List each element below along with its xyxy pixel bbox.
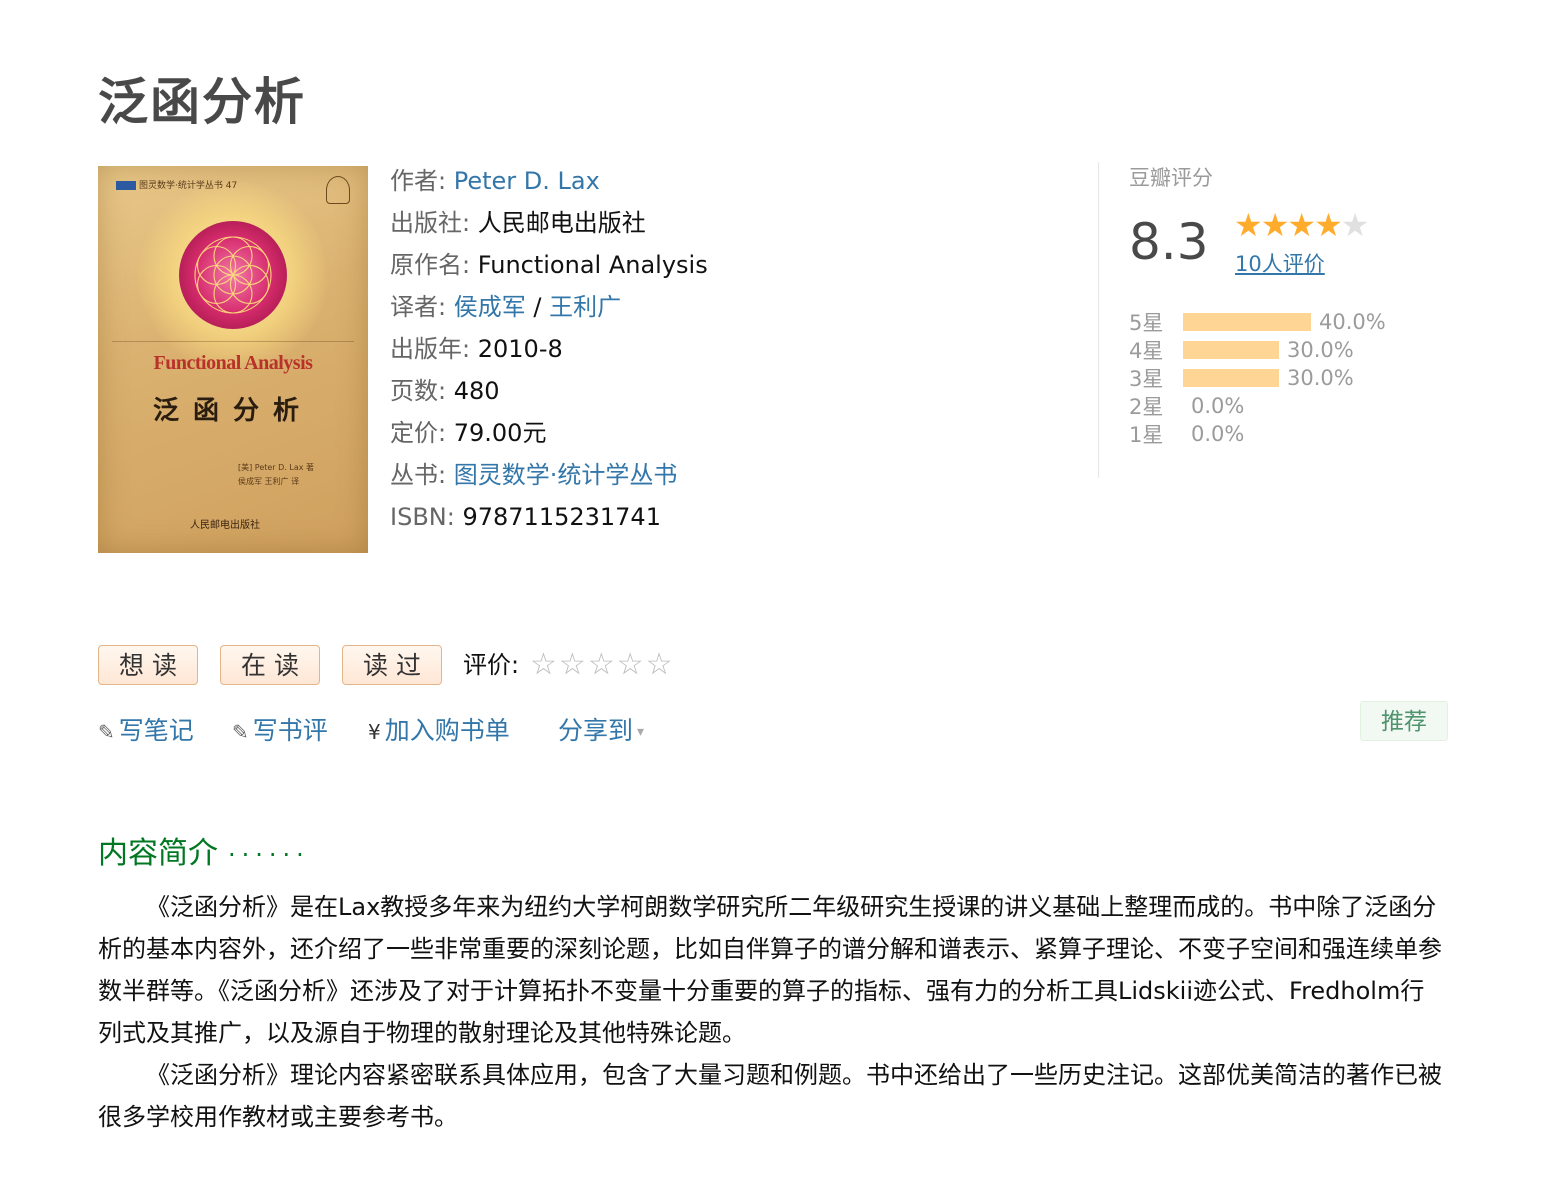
book-info: 作者: Peter D. Lax 出版社: 人民邮电出版社 原作名: Funct… xyxy=(390,160,708,538)
rating-bar xyxy=(1183,341,1279,359)
cover-mandala-icon xyxy=(179,221,287,329)
add-to-cart-link[interactable]: ¥ 加入购书单 xyxy=(368,712,510,751)
pages-value: 480 xyxy=(453,377,500,405)
info-label: 译者: xyxy=(390,293,447,321)
translator-link-2[interactable]: 王利广 xyxy=(549,293,621,321)
translator-separator: / xyxy=(525,293,550,321)
info-label: ISBN: xyxy=(390,503,455,531)
rating-panel: 豆瓣评分 8.3 ★★★★★ 10人评价 5星 40.0% 4星 30.0% 3星 30.… xyxy=(1098,162,1429,478)
info-pub-year-row: 出版年: 2010-8 xyxy=(390,328,708,370)
rating-level-label: 4星 xyxy=(1129,339,1164,363)
rating-count-link[interactable]: 10人评价 xyxy=(1235,248,1325,278)
star-outline-icon[interactable]: ☆ xyxy=(559,647,586,682)
star-filled-icon: ★ xyxy=(1234,206,1263,244)
info-label: 丛书: xyxy=(390,461,447,489)
rating-percent: 40.0% xyxy=(1319,310,1386,334)
cover-publisher-logo-icon xyxy=(326,176,350,204)
rating-distribution-row: 4星 30.0% xyxy=(1129,336,1386,364)
star-outline-icon[interactable]: ☆ xyxy=(617,647,644,682)
info-isbn-row: ISBN: 9787115231741 xyxy=(390,496,708,538)
rate-label: 评价: xyxy=(463,651,520,679)
rating-percent: 0.0% xyxy=(1191,394,1245,418)
user-rating-stars[interactable]: ☆☆☆☆☆ xyxy=(530,645,675,685)
info-label: 作者: xyxy=(390,167,447,195)
cover-divider xyxy=(112,341,354,342)
pencil-icon: ✎ xyxy=(98,720,115,744)
star-outline-icon[interactable]: ☆ xyxy=(588,647,615,682)
info-original-title-row: 原作名: Functional Analysis xyxy=(390,244,708,286)
cover-title-en: Functional Analysis xyxy=(153,352,313,374)
rating-score: 8.3 xyxy=(1129,213,1209,271)
info-label: 定价: xyxy=(390,419,447,447)
book-cover-image[interactable]: 图灵数学·统计学丛书 47 Functional Analysis 泛函分析 [… xyxy=(98,166,368,553)
star-empty-icon: ★ xyxy=(1340,206,1370,244)
reading-button[interactable]: 在读 xyxy=(220,645,320,685)
star-filled-icon: ★ xyxy=(1260,206,1290,244)
write-note-link[interactable]: ✎ 写笔记 xyxy=(98,712,194,751)
rating-distribution-row: 2星 0.0% xyxy=(1129,392,1386,420)
heading-dots: ······ xyxy=(228,841,310,869)
cover-series-label: 图灵数学·统计学丛书 47 xyxy=(116,178,237,191)
rating-heading: 豆瓣评分 xyxy=(1129,166,1213,190)
star-filled-icon: ★ xyxy=(1287,206,1316,244)
rating-distribution-row: 1星 0.0% xyxy=(1129,420,1386,448)
page-title: 泛函分析 xyxy=(98,73,306,131)
translator-link-1[interactable]: 侯成军 xyxy=(454,293,526,321)
info-label: 原作名: xyxy=(390,251,471,279)
want-read-button[interactable]: 想读 xyxy=(98,645,198,685)
info-series-row: 丛书: 图灵数学·统计学丛书 xyxy=(390,454,708,496)
price-value: 79.00元 xyxy=(453,419,547,447)
rating-bar xyxy=(1183,313,1311,331)
read-button[interactable]: 读过 xyxy=(342,645,442,685)
intro-paragraph: 《泛函分析》理论内容紧密联系具体应用，包含了大量习题和例题。书中还给出了一些历史… xyxy=(98,1061,1442,1131)
info-translator-row: 译者: 侯成军 / 王利广 xyxy=(390,286,708,328)
yen-icon: ¥ xyxy=(368,720,381,744)
rating-level-label: 3星 xyxy=(1129,367,1164,391)
rating-bar xyxy=(1183,369,1279,387)
info-label: 页数: xyxy=(390,377,447,405)
rating-distribution: 5星 40.0% 4星 30.0% 3星 30.0% 2星 0.0% 1星 0.0% xyxy=(1129,308,1386,448)
share-dropdown[interactable]: 分享到 ▾ xyxy=(558,712,644,751)
info-publisher-row: 出版社: 人民邮电出版社 xyxy=(390,202,708,244)
cover-publisher: 人民邮电出版社 xyxy=(190,520,260,531)
pub-year-value: 2010-8 xyxy=(477,335,563,363)
star-outline-icon[interactable]: ☆ xyxy=(646,647,673,682)
recommend-button[interactable]: 推荐 xyxy=(1360,701,1448,741)
rating-percent: 30.0% xyxy=(1287,338,1354,362)
intro-body: 《泛函分析》是在Lax教授多年来为纽约大学柯朗数学研究所二年级研究生授课的讲义基… xyxy=(98,886,1448,1138)
star-outline-icon[interactable]: ☆ xyxy=(530,647,557,682)
cover-author: [美] Peter D. Lax 著 侯成军 王利广 译 xyxy=(238,463,315,486)
publisher-value: 人民邮电出版社 xyxy=(477,209,646,237)
info-label: 出版年: xyxy=(390,335,471,363)
rating-level-label: 2星 xyxy=(1129,395,1164,419)
original-title-value: Functional Analysis xyxy=(477,251,708,279)
rating-percent: 30.0% xyxy=(1287,366,1354,390)
info-author-row: 作者: Peter D. Lax xyxy=(390,160,708,202)
isbn-value: 9787115231741 xyxy=(462,503,661,531)
rating-distribution-row: 3星 30.0% xyxy=(1129,364,1386,392)
cover-title-cn: 泛函分析 xyxy=(152,396,313,426)
pencil-icon: ✎ xyxy=(232,720,249,744)
rating-percent: 0.0% xyxy=(1191,422,1245,446)
author-link[interactable]: Peter D. Lax xyxy=(454,167,600,195)
info-pages-row: 页数: 480 xyxy=(390,370,708,412)
intro-paragraph: 《泛函分析》是在Lax教授多年来为纽约大学柯朗数学研究所二年级研究生授课的讲义基… xyxy=(98,893,1442,1047)
info-label: 出版社: xyxy=(390,209,471,237)
rating-level-label: 5星 xyxy=(1129,311,1164,335)
intro-heading: 内容简介 ······ xyxy=(98,836,310,871)
star-filled-icon: ★ xyxy=(1314,206,1343,244)
chevron-down-icon: ▾ xyxy=(637,724,645,740)
rating-distribution-row: 5星 40.0% xyxy=(1129,308,1386,336)
series-link[interactable]: 图灵数学·统计学丛书 xyxy=(454,461,678,489)
rating-stars: ★★★★★ xyxy=(1234,206,1370,244)
info-price-row: 定价: 79.00元 xyxy=(390,412,708,454)
rating-level-label: 1星 xyxy=(1129,423,1164,447)
write-review-link[interactable]: ✎ 写书评 xyxy=(232,712,328,751)
